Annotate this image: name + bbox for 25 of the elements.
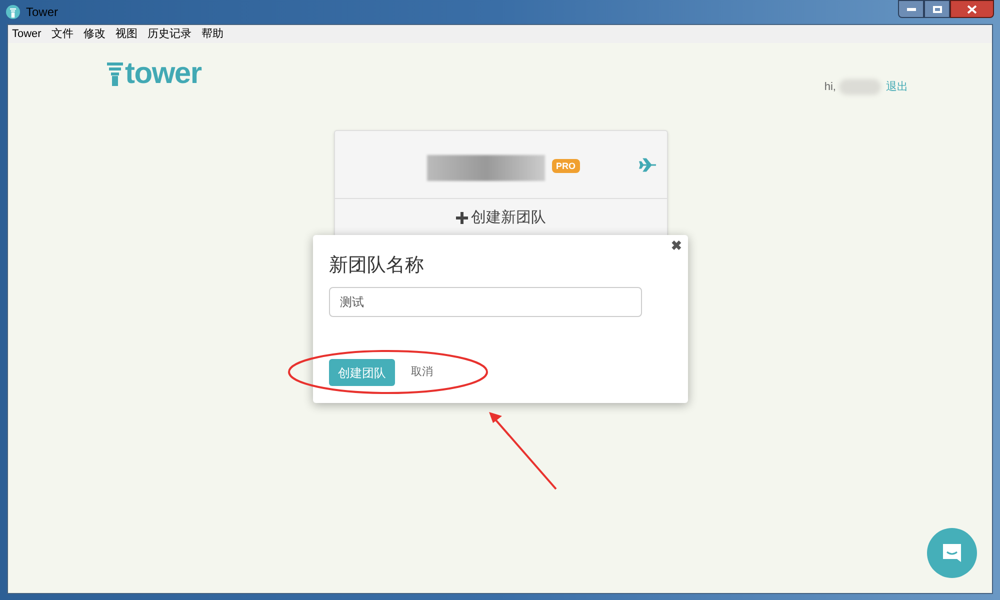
minimize-button[interactable]	[898, 0, 924, 18]
menu-item[interactable]: 修改	[83, 28, 106, 40]
close-icon	[967, 4, 977, 14]
redacted-username	[839, 79, 881, 96]
chat-button[interactable]	[927, 528, 977, 578]
menu-item[interactable]: 视图	[115, 28, 138, 40]
airplane-icon[interactable]	[639, 158, 657, 172]
menu-item[interactable]: Tower	[12, 28, 42, 40]
menu-item[interactable]: 帮助	[201, 28, 224, 40]
cancel-button[interactable]: 取消	[411, 364, 433, 381]
menu-item[interactable]: 历史记录	[147, 28, 192, 40]
close-button[interactable]	[950, 0, 994, 18]
maximize-button[interactable]	[924, 0, 950, 18]
create-team-link[interactable]: 创建新团队	[456, 209, 546, 227]
pro-badge: PRO	[552, 159, 580, 173]
menu-item[interactable]: 文件	[51, 28, 74, 40]
team-name-field[interactable]: 测试	[329, 287, 642, 317]
logo-text: tower	[125, 59, 202, 89]
plus-icon	[456, 212, 468, 224]
window-title: Tower	[26, 4, 58, 21]
chat-icon	[941, 542, 963, 564]
app-icon	[6, 4, 20, 20]
greeting-text: hi,	[824, 80, 836, 95]
tower-logo-icon	[106, 61, 124, 87]
dialog-title: 新团队名称	[329, 254, 425, 278]
